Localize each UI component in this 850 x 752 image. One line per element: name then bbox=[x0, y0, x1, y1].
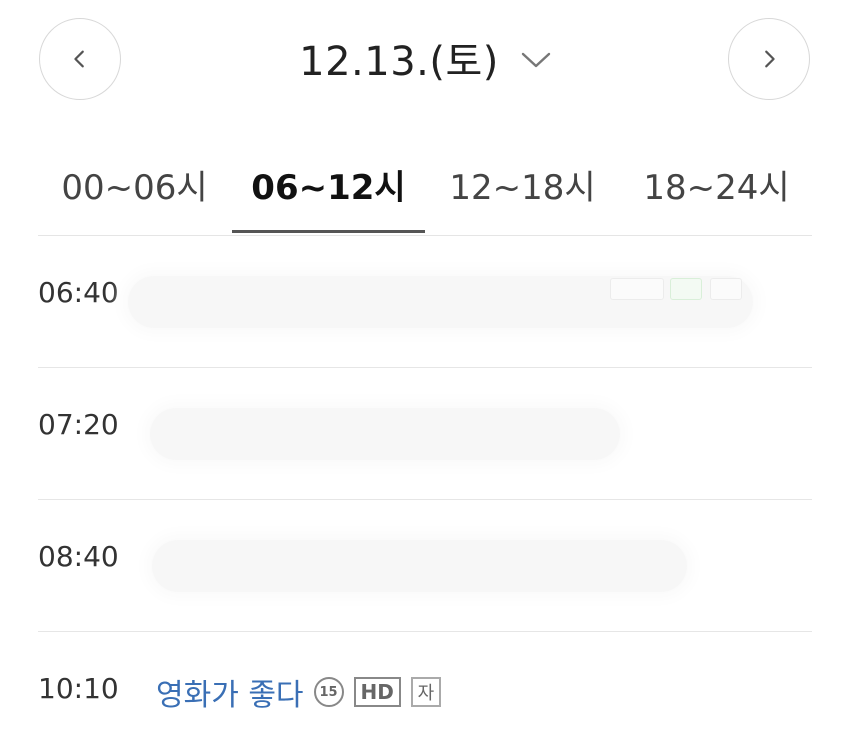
active-tab-indicator bbox=[232, 230, 425, 233]
blurred-badge bbox=[710, 278, 742, 300]
schedule-time: 10:10 bbox=[38, 672, 119, 705]
date-header: 12.13.(토) bbox=[0, 0, 850, 120]
subtitle-badge: 자 bbox=[410, 677, 441, 707]
program-title-link[interactable]: 영화가 좋다 bbox=[156, 670, 304, 714]
program-item: 영화가 좋다 15 HD 자 bbox=[156, 670, 441, 714]
schedule-row: 06:40 bbox=[38, 236, 812, 368]
schedule-time: 07:20 bbox=[38, 408, 119, 441]
time-range-tabs: 00~06시 06~12시 12~18시 18~24시 bbox=[38, 135, 812, 235]
tab-00-06[interactable]: 00~06시 bbox=[38, 135, 231, 233]
next-day-button[interactable] bbox=[728, 18, 810, 100]
blurred-program bbox=[152, 540, 687, 592]
schedule-time: 06:40 bbox=[38, 276, 119, 309]
age-rating-badge: 15 bbox=[313, 677, 344, 707]
tab-06-12[interactable]: 06~12시 bbox=[232, 135, 425, 233]
date-selector[interactable]: 12.13.(토) bbox=[0, 28, 850, 88]
tab-18-24[interactable]: 18~24시 bbox=[620, 135, 813, 233]
chevron-right-icon bbox=[765, 50, 775, 68]
tab-12-18[interactable]: 12~18시 bbox=[426, 135, 619, 233]
date-title[interactable]: 12.13.(토) bbox=[299, 29, 499, 87]
hd-badge: HD bbox=[353, 677, 401, 707]
schedule-row: 08:40 bbox=[38, 500, 812, 632]
schedule-row: 10:10 영화가 좋다 15 HD 자 bbox=[38, 632, 812, 752]
schedule-list: 06:40 07:20 08:40 10:10 영화가 좋다 15 HD 자 bbox=[38, 236, 812, 752]
schedule-row: 07:20 bbox=[38, 368, 812, 500]
date-dropdown[interactable] bbox=[521, 47, 551, 69]
chevron-down-icon bbox=[521, 52, 551, 68]
blurred-program bbox=[150, 408, 620, 460]
schedule-time: 08:40 bbox=[38, 540, 119, 573]
blurred-badge bbox=[670, 278, 702, 300]
blurred-badge bbox=[610, 278, 664, 300]
